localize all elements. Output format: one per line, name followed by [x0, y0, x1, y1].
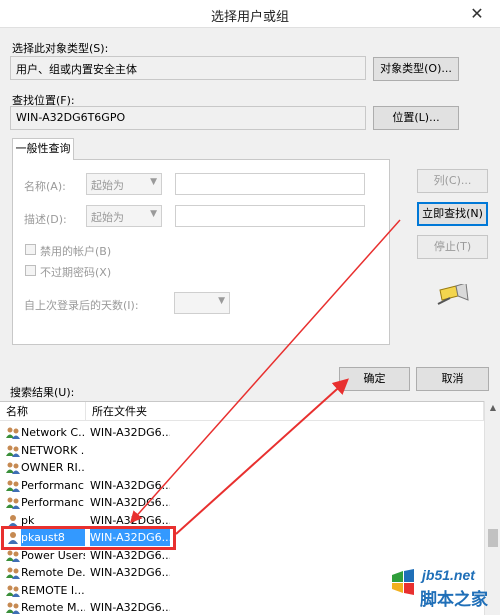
description-label: 描述(D): — [24, 213, 67, 226]
columns-button[interactable]: 列(C)... — [417, 169, 488, 193]
close-icon[interactable]: ✕ — [454, 0, 500, 28]
cell-folder: WIN-A32DG6... — [90, 496, 170, 509]
group-icon — [6, 480, 20, 492]
watermark: jb51.net 脚本之家 — [386, 561, 496, 613]
name-mode-select[interactable]: 起始为 ▼ — [86, 173, 162, 195]
column-header-name[interactable]: 名称 — [0, 402, 86, 421]
find-now-button[interactable]: 立即查找(N) — [417, 202, 488, 226]
ok-button[interactable]: 确定 — [339, 367, 410, 391]
table-row[interactable]: NETWORK ... — [0, 442, 484, 460]
group-icon — [6, 585, 20, 597]
column-header-folder[interactable]: 所在文件夹 — [86, 402, 484, 421]
days-since-logon-select[interactable]: ▼ — [174, 292, 230, 314]
non-expiring-password-label: 不过期密码(X) — [40, 266, 112, 279]
non-expiring-password-checkbox[interactable] — [25, 265, 36, 276]
group-icon — [6, 550, 20, 562]
table-row[interactable]: Performanc... WIN-A32DG6... — [0, 494, 484, 512]
cell-name: Remote M... — [21, 601, 85, 614]
group-icon — [6, 602, 20, 614]
locations-button[interactable]: 位置(L)... — [373, 106, 459, 130]
cell-folder: WIN-A32DG6... — [90, 601, 170, 614]
table-row[interactable]: Performanc... WIN-A32DG6... — [0, 477, 484, 495]
cell-name: OWNER RI... — [21, 461, 85, 474]
location-field: WIN-A32DG6T6GPO — [10, 106, 366, 130]
group-icon — [6, 497, 20, 509]
cancel-button[interactable]: 取消 — [416, 367, 489, 391]
description-mode-select[interactable]: 起始为 ▼ — [86, 205, 162, 227]
object-type-label: 选择此对象类型(S): — [12, 42, 109, 55]
cell-name: Performanc... — [21, 496, 85, 509]
cell-folder: WIN-A32DG6... — [90, 478, 170, 492]
name-input[interactable] — [175, 173, 365, 195]
chevron-down-icon: ▼ — [150, 177, 157, 187]
chevron-down-icon: ▼ — [218, 296, 225, 306]
title-bar: 选择用户或组 ✕ — [0, 0, 500, 28]
scroll-up-icon[interactable]: ▲ — [485, 403, 500, 412]
days-since-logon-label: 自上次登录后的天数(I): — [24, 299, 139, 312]
chevron-down-icon: ▼ — [150, 209, 157, 219]
jb51-logo-icon — [392, 569, 414, 595]
stop-button[interactable]: 停止(T) — [417, 235, 488, 259]
object-types-button[interactable]: 对象类型(O)... — [373, 57, 459, 81]
group-icon — [6, 427, 20, 439]
disabled-accounts-checkbox[interactable] — [25, 244, 36, 255]
disabled-accounts-label: 禁用的帐户(B) — [40, 245, 112, 258]
table-row[interactable]: Network C... WIN-A32DG6... — [0, 424, 484, 442]
watermark-url: jb51.net — [422, 567, 475, 583]
flashlight-icon — [437, 284, 469, 305]
table-row[interactable]: OWNER RI... — [0, 459, 484, 477]
cell-name: REMOTE I... — [21, 583, 85, 597]
window-title: 选择用户或组 — [210, 10, 289, 25]
user-icon — [8, 514, 18, 527]
group-icon — [6, 567, 20, 579]
watermark-text: 脚本之家 — [420, 590, 488, 610]
highlight-box — [1, 526, 176, 550]
scrollbar-thumb[interactable] — [488, 529, 498, 547]
description-mode-value: 起始为 — [91, 211, 124, 224]
cell-name: Performanc... — [21, 478, 85, 492]
object-type-field: 用户、组或内置安全主体 — [10, 56, 366, 80]
cell-folder: WIN-A32DG6... — [90, 426, 170, 439]
group-icon — [6, 445, 20, 457]
cell-name: NETWORK ... — [21, 443, 85, 457]
description-input[interactable] — [175, 205, 365, 227]
name-label: 名称(A): — [24, 180, 66, 193]
group-icon — [6, 462, 20, 474]
name-mode-value: 起始为 — [91, 179, 124, 192]
cell-name: Remote De... — [21, 566, 85, 579]
cell-folder: WIN-A32DG6... — [90, 566, 170, 579]
tab-common-queries[interactable]: 一般性查询 — [12, 138, 74, 160]
cell-name: Network C... — [21, 426, 85, 439]
search-results-label: 搜索结果(U): — [10, 386, 75, 399]
